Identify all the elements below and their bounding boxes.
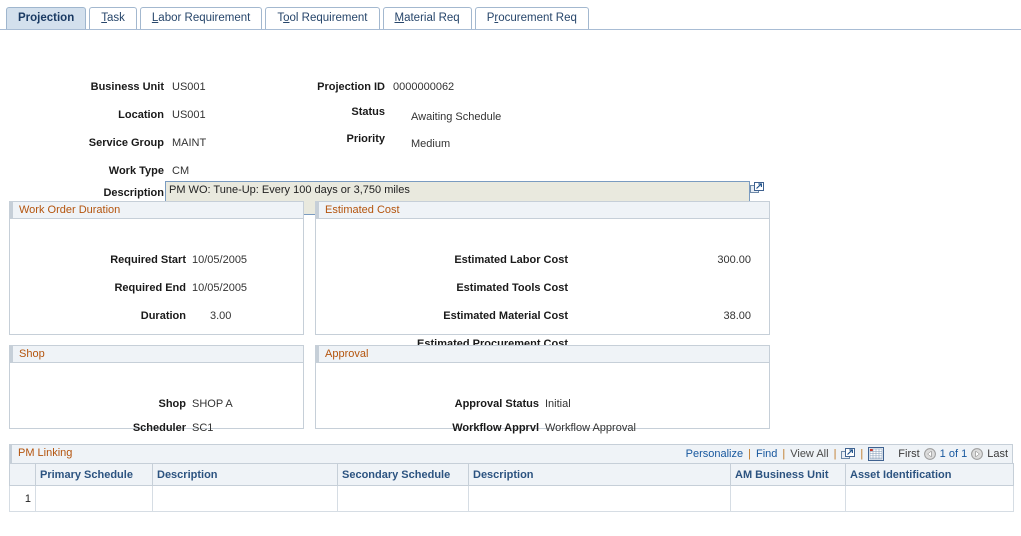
- pager-last-label[interactable]: Last: [987, 448, 1008, 460]
- previous-arrow-icon[interactable]: [923, 448, 936, 460]
- pm-linking-table: Primary Schedule Description Secondary S…: [9, 463, 1014, 512]
- shop-title: Shop: [10, 346, 303, 363]
- tab-task[interactable]: Task: [89, 7, 137, 29]
- projection-id-label: Projection ID: [317, 81, 385, 93]
- work-order-duration-panel: Work Order Duration Required Start 10/05…: [9, 201, 304, 335]
- toolbar-separator-2: |: [782, 448, 786, 460]
- workflow-approval-label: Workflow Apprvl: [452, 422, 539, 434]
- service-group-value: MAINT: [172, 137, 207, 149]
- estimated-labor-cost-value: 300.00: [717, 254, 751, 266]
- shop-value: SHOP A: [192, 398, 233, 410]
- required-start-value: 10/05/2005: [192, 254, 248, 266]
- work-order-duration-title: Work Order Duration: [10, 202, 303, 219]
- location-value: US001: [172, 109, 206, 121]
- tab-projection[interactable]: Projection: [6, 7, 87, 29]
- tab-tool-requirement[interactable]: Tool Requirement: [265, 7, 380, 29]
- toolbar-separator-4: |: [860, 448, 864, 460]
- business-unit-value: US001: [172, 81, 206, 93]
- find-link[interactable]: Find: [756, 448, 777, 460]
- download-to-excel-icon[interactable]: [868, 447, 885, 461]
- duration-label: Duration: [140, 310, 186, 322]
- tab-task-label: ask: [106, 12, 125, 24]
- column-header-secondary-schedule[interactable]: Secondary Schedule: [337, 463, 469, 486]
- status-value: Awaiting Schedule: [411, 111, 502, 123]
- shop-label: Shop: [158, 398, 187, 410]
- approval-panel: Approval Approval Status Initial Workflo…: [315, 345, 770, 434]
- next-arrow-icon[interactable]: [971, 448, 984, 460]
- status-label: Status: [351, 106, 385, 118]
- row-number: 1: [9, 485, 36, 512]
- pm-linking-title: PM Linking: [18, 447, 73, 459]
- approval-title: Approval: [316, 346, 769, 363]
- toolbar-separator-3: |: [833, 448, 837, 460]
- personalize-link[interactable]: Personalize: [686, 448, 743, 460]
- description-new-window-icon[interactable]: [750, 182, 764, 195]
- tab-tool-requirement-label: ol Requirement: [289, 12, 368, 24]
- projection-id-value: 0000000062: [393, 81, 455, 93]
- location-label: Location: [118, 109, 164, 121]
- description-label: Description: [103, 187, 164, 199]
- cell-description-1[interactable]: [152, 485, 338, 512]
- column-header-primary-schedule[interactable]: Primary Schedule: [35, 463, 153, 486]
- cell-secondary-schedule[interactable]: [337, 485, 469, 512]
- estimated-material-cost-value: 38.00: [723, 310, 751, 322]
- column-header-description-2[interactable]: Description: [468, 463, 731, 486]
- row-number-column-header: [9, 463, 36, 486]
- column-header-description-1[interactable]: Description: [152, 463, 338, 486]
- projection-header-form: Business Unit US001 Location US001 Servi…: [0, 30, 1021, 215]
- pager-position: 1 of 1: [939, 448, 968, 460]
- grid-toolbar: Personalize | Find | View All | | First …: [686, 447, 1008, 461]
- tab-material-req-label: aterial Req: [404, 12, 460, 24]
- tab-procurement-req[interactable]: Procurement Req: [474, 7, 589, 29]
- pager-first-label[interactable]: First: [898, 448, 919, 460]
- cell-description-2[interactable]: [468, 485, 731, 512]
- required-end-label: Required End: [114, 282, 186, 294]
- pm-linking-grid: PM Linking Personalize | Find | View All…: [9, 444, 1014, 512]
- estimated-cost-panel: Estimated Cost Estimated Labor Cost 300.…: [315, 201, 770, 350]
- cell-asset-identification[interactable]: [845, 485, 1014, 512]
- scheduler-value: SC1: [192, 422, 214, 434]
- tab-strip: Projection Task Labor Requirement Tool R…: [0, 0, 1021, 30]
- estimated-material-cost-label: Estimated Material Cost: [443, 310, 568, 322]
- pm-linking-header: PM Linking Personalize | Find | View All…: [9, 444, 1013, 463]
- cell-am-business-unit[interactable]: [730, 485, 846, 512]
- scheduler-label: Scheduler: [132, 422, 186, 434]
- work-type-value: CM: [172, 165, 190, 177]
- column-header-am-business-unit[interactable]: AM Business Unit: [730, 463, 846, 486]
- grid-pager: First 1 of 1 Last: [898, 448, 1008, 460]
- toolbar-separator-1: |: [748, 448, 751, 460]
- column-header-asset-identification[interactable]: Asset Identification: [845, 463, 1014, 486]
- tab-projection-label: Projection: [18, 12, 75, 24]
- estimated-cost-title: Estimated Cost: [316, 202, 769, 219]
- priority-value: Medium: [411, 138, 451, 150]
- business-unit-label: Business Unit: [90, 81, 164, 93]
- approval-status-label: Approval Status: [454, 398, 539, 410]
- required-start-label: Required Start: [110, 254, 186, 266]
- work-type-label: Work Type: [108, 165, 164, 177]
- tab-procurement-req-label: ocurement Req: [498, 12, 577, 24]
- cell-primary-schedule[interactable]: [35, 485, 153, 512]
- service-group-label: Service Group: [88, 137, 164, 149]
- new-window-icon[interactable]: [841, 447, 856, 461]
- tab-material-req[interactable]: Material Req: [382, 7, 472, 29]
- view-all-link[interactable]: View All: [790, 448, 828, 460]
- table-header-row: Primary Schedule Description Secondary S…: [9, 463, 1014, 486]
- required-end-value: 10/05/2005: [192, 282, 248, 294]
- shop-panel: Shop Shop SHOP A Scheduler SC1: [9, 345, 304, 434]
- tab-labor-requirement[interactable]: Labor Requirement: [139, 7, 263, 29]
- tab-labor-requirement-label: abor Requirement: [158, 12, 251, 24]
- priority-label: Priority: [346, 133, 385, 145]
- approval-status-value: Initial: [545, 398, 571, 410]
- duration-value: 3.00: [210, 310, 232, 322]
- estimated-labor-cost-label: Estimated Labor Cost: [454, 254, 568, 266]
- workflow-approval-value: Workflow Approval: [545, 422, 636, 434]
- estimated-tools-cost-label: Estimated Tools Cost: [456, 282, 568, 294]
- table-row: 1: [9, 485, 1014, 512]
